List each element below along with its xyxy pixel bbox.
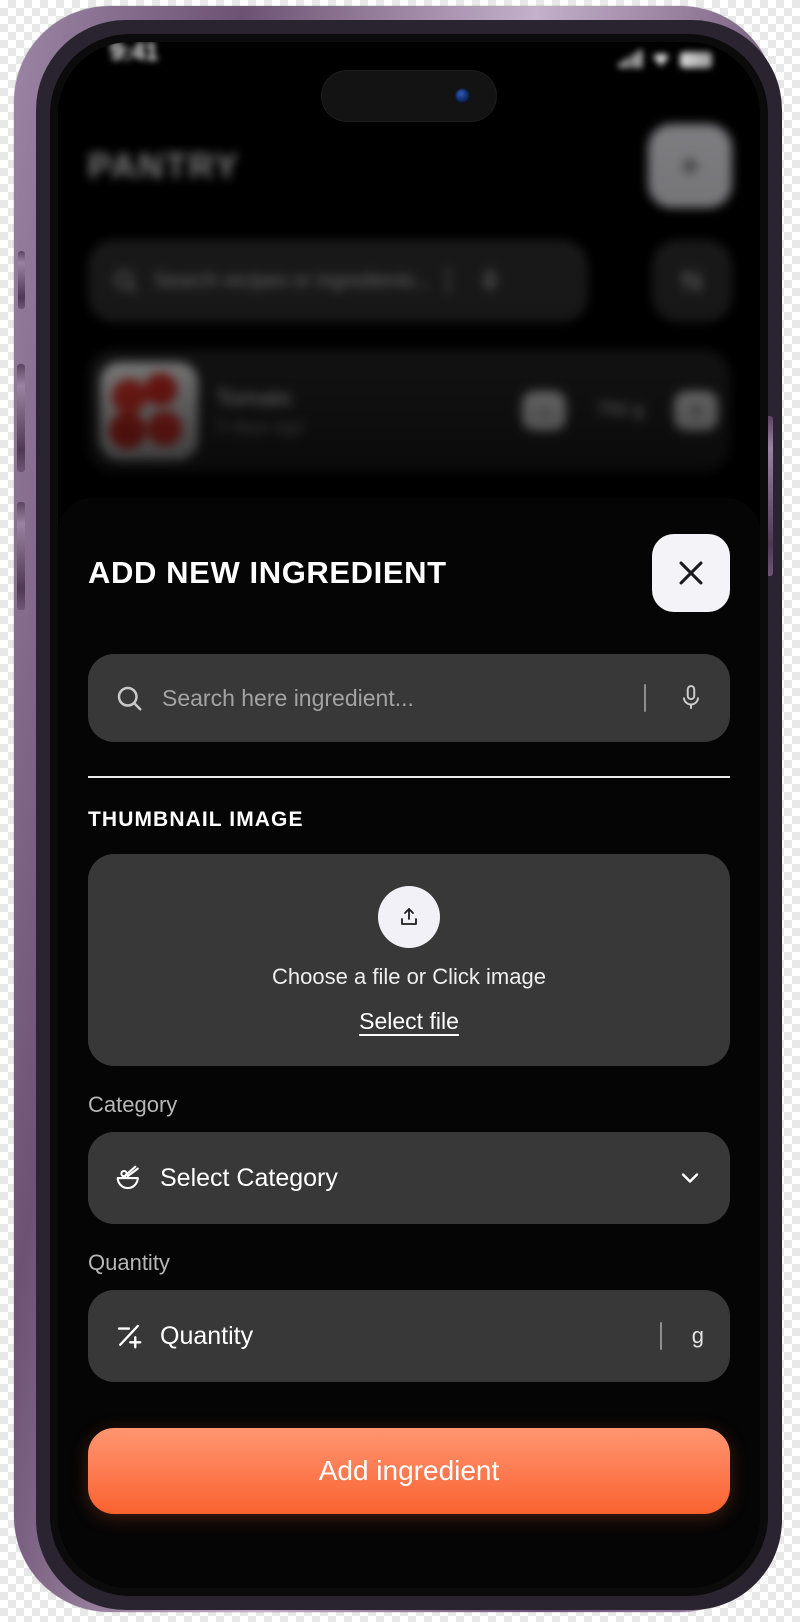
input-divider [644, 684, 646, 712]
thumbnail-upload-dropzone[interactable]: Choose a file or Click image Select file [88, 854, 730, 1066]
sheet-header: ADD NEW INGREDIENT [88, 498, 730, 612]
quantity-unit: g [691, 1323, 704, 1348]
dynamic-island [321, 70, 497, 122]
chevron-down-icon [681, 1173, 699, 1183]
screenshot-stage: 9:41 PANTRY [0, 0, 800, 1622]
ingredient-search-input[interactable]: Search here ingredient... [88, 654, 730, 742]
category-value: Select Category [160, 1163, 338, 1192]
close-icon [679, 561, 703, 585]
front-camera-icon [455, 88, 470, 104]
phone-frame-outer: 9:41 PANTRY [14, 6, 782, 1612]
battery-icon [680, 52, 712, 68]
input-divider [659, 1322, 662, 1350]
section-divider [88, 776, 730, 778]
volume-down-button[interactable] [17, 502, 25, 610]
search-icon [117, 686, 142, 711]
category-select[interactable]: Select Category [88, 1132, 730, 1224]
add-ingredient-button[interactable]: Add ingredient [88, 1428, 730, 1514]
upload-button[interactable] [378, 885, 440, 948]
phone-screen: 9:41 PANTRY [58, 42, 760, 1588]
category-label: Category [88, 1092, 178, 1117]
add-ingredient-label: Add ingredient [318, 1455, 500, 1486]
wifi-icon [653, 53, 669, 67]
quantity-label: Quantity [88, 1250, 170, 1275]
sheet-title: ADD NEW INGREDIENT [88, 555, 447, 590]
select-file-link[interactable]: Select file [359, 1008, 459, 1035]
silent-switch-button[interactable] [18, 251, 25, 309]
ingredient-search-placeholder: Search here ingredient... [162, 684, 414, 711]
status-time: 9:41 [110, 42, 159, 66]
phone-bezel: 9:41 PANTRY [50, 34, 768, 1596]
scale-icon [117, 1324, 142, 1349]
bowl-chopsticks-icon [116, 1165, 139, 1190]
upload-icon [401, 907, 417, 925]
thumbnail-section-label: THUMBNAIL IMAGE [88, 808, 304, 831]
volume-up-button[interactable] [17, 364, 25, 472]
upload-caption: Choose a file or Click image [272, 963, 546, 989]
cellular-signal-icon [618, 50, 642, 68]
close-button[interactable] [652, 534, 730, 612]
add-ingredient-sheet: ADD NEW INGREDIENT Search here ingredien… [58, 498, 760, 1588]
status-indicators [618, 50, 712, 68]
quantity-placeholder: Quantity [160, 1321, 254, 1350]
quantity-input[interactable]: Quantity g [88, 1290, 730, 1382]
microphone-icon[interactable] [678, 683, 704, 713]
